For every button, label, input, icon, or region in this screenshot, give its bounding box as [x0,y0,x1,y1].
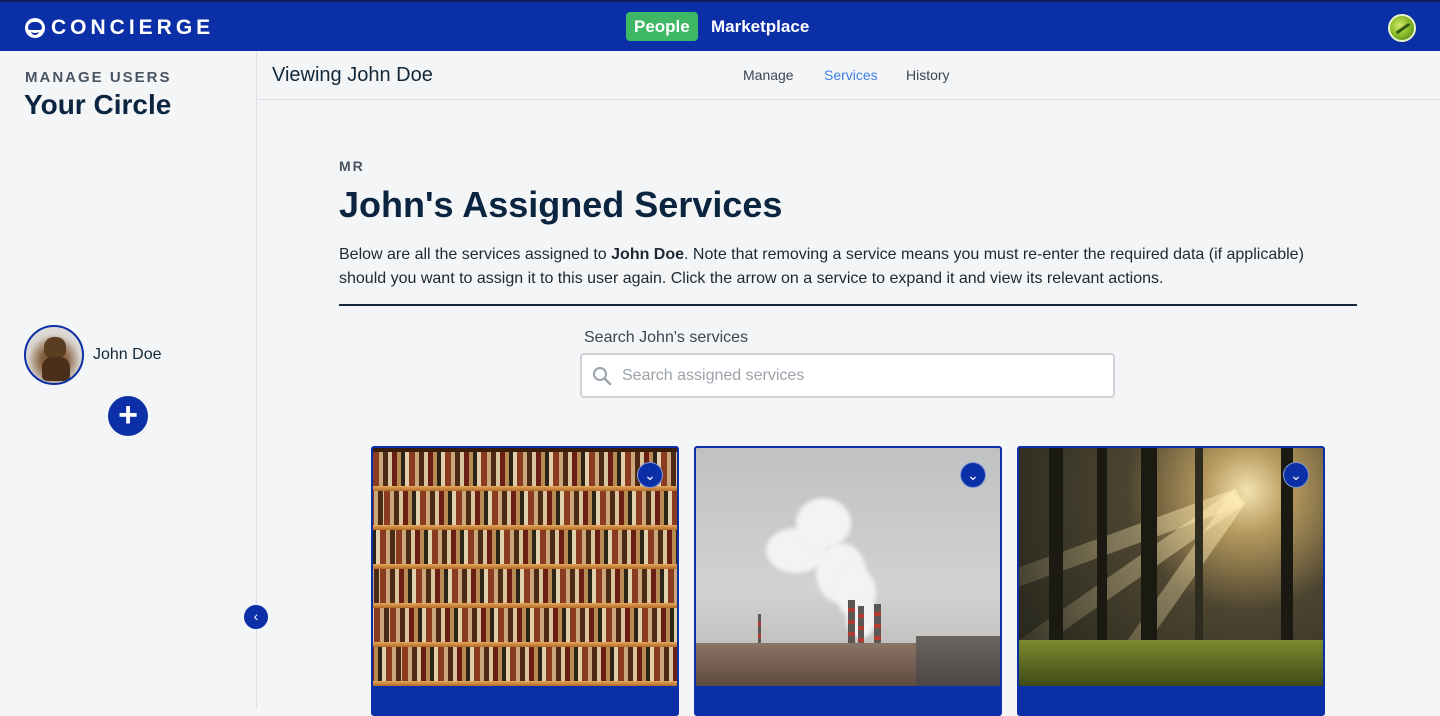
section-divider [339,304,1357,306]
page-title: John's Assigned Services [339,184,783,225]
concierge-logo-icon [25,18,45,38]
main-content: MR John's Assigned Services Below are al… [258,101,1440,716]
sidebar: MANAGE USERS Your Circle John Doe + [0,51,257,709]
viewing-user-title: Viewing John Doe [272,64,433,86]
subheader: Viewing John Doe Manage Services History [258,51,1440,100]
page-description: Below are all the services assigned to J… [339,243,1349,291]
search-box[interactable] [580,353,1115,398]
tab-manage[interactable]: Manage [743,67,794,83]
sidebar-member-john-doe[interactable]: John Doe [24,325,162,385]
service-card-footer [1019,686,1323,714]
user-avatar[interactable] [1388,14,1416,42]
brand-logo[interactable]: CONCIERGE [25,16,214,40]
chevron-left-icon: ‹ [253,608,259,624]
service-card[interactable]: ⌄ [371,446,679,716]
nav-people-tab[interactable]: People [626,12,698,41]
collapse-sidebar-button[interactable]: ‹ [244,605,268,629]
chevron-down-icon[interactable]: ⌄ [1283,462,1309,488]
service-card-footer [373,686,677,714]
page-kicker: MR [339,158,365,174]
tab-services[interactable]: Services [824,67,878,83]
top-navigation-bar: CONCIERGE People Marketplace [0,0,1440,51]
service-image-forest-sunlight [1019,448,1323,686]
chevron-down-icon[interactable]: ⌄ [960,462,986,488]
tab-history[interactable]: History [906,67,950,83]
search-label: Search John's services [584,329,749,346]
chevron-down-icon[interactable]: ⌄ [637,462,663,488]
search-icon [593,367,612,386]
member-name: John Doe [93,346,162,363]
brand-name: CONCIERGE [51,16,215,39]
service-image-smokestacks [696,448,1000,686]
service-card-footer [696,686,1000,714]
nav-marketplace-tab[interactable]: Marketplace [711,12,809,41]
description-user-name: John Doe [611,246,685,263]
sidebar-kicker: MANAGE USERS [25,69,172,86]
search-input[interactable] [620,361,1100,391]
add-member-button[interactable]: + [108,396,148,436]
plus-icon: + [118,396,138,434]
description-text-start: Below are all the services assigned to [339,246,612,263]
member-avatar [24,325,84,385]
service-image-bookshelf [373,448,677,686]
service-card[interactable]: ⌄ [1017,446,1325,716]
service-card[interactable]: ⌄ [694,446,1002,716]
sidebar-title: Your Circle [24,89,172,120]
